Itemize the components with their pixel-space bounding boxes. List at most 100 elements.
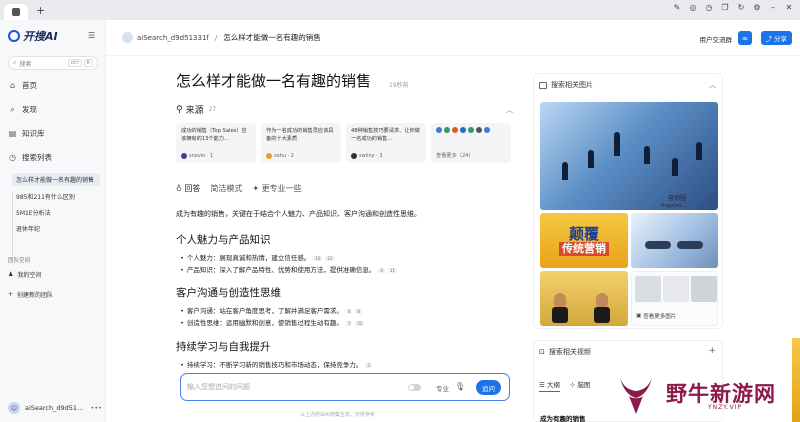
- user-icon: ♟: [8, 271, 14, 278]
- sidebar-search[interactable]: ⌕ 搜索 ctrl K: [8, 56, 98, 70]
- link-icon: ⚲: [176, 104, 183, 115]
- page-title: 怎么样才能做一名有趣的销售: [223, 33, 321, 42]
- tab-concise[interactable]: 简洁模式: [210, 183, 242, 194]
- source-card-meta: swiiny · 3: [351, 153, 383, 159]
- browser-tab[interactable]: [4, 4, 28, 20]
- follow-up-input[interactable]: 输入您想追问的问题 专业 🎙 追问: [180, 373, 510, 401]
- history-item[interactable]: 怎么样才能做一名有趣的销售: [12, 173, 100, 186]
- source-card[interactable]: 48种销售技巧要请求、让你做一名成功的销售... swiiny · 3: [346, 123, 426, 163]
- sidebar-item-home[interactable]: ⌂ 首页: [8, 80, 98, 91]
- follow-up-button[interactable]: 追问: [476, 380, 501, 395]
- site-icon: [436, 127, 442, 133]
- sidebar-item-discover[interactable]: ⌕ 发现: [8, 104, 98, 115]
- microphone-icon[interactable]: 🎙: [455, 382, 465, 391]
- pin-icon[interactable]: ✎: [672, 3, 682, 12]
- search-icon: ⌕: [10, 104, 15, 114]
- figure-shape: [588, 150, 594, 168]
- related-image[interactable]: [540, 271, 628, 326]
- sources-header: ⚲ 来源 27: [176, 103, 216, 117]
- app-logo[interactable]: 开搜AI: [8, 28, 58, 44]
- figure-shape: [696, 142, 702, 160]
- plus-icon: +: [8, 291, 14, 298]
- expand-plus-icon[interactable]: +: [708, 346, 716, 356]
- related-image[interactable]: [631, 213, 718, 268]
- question-title: 怎么样才能做一名有趣的销售: [176, 72, 372, 90]
- answer-intro: 成为有趣的销售，关键在于结合个人魅力、产品知识、客户沟通和创造性思维。: [176, 210, 421, 218]
- refresh-icon[interactable]: ↻: [736, 3, 746, 12]
- citation-badge[interactable]: 22: [355, 320, 365, 326]
- more-images-label: 查看更多图片: [643, 314, 677, 320]
- history-item[interactable]: 985和211有什么区别: [12, 190, 100, 203]
- answer-bullet: 客户沟通：站在客户角度思考，了解并满足客户需求。48: [180, 305, 362, 315]
- figure-body: [594, 307, 610, 323]
- citation-badge[interactable]: 4: [345, 308, 353, 314]
- more-images-tile[interactable]: ▣ 查看更多图片: [631, 271, 718, 326]
- avatar: ☺: [8, 402, 20, 414]
- tab-label: 回答: [184, 184, 201, 193]
- sidebar-item-search-list[interactable]: ◷ 搜索列表: [8, 152, 98, 163]
- tab-label: 更专业一些: [261, 184, 302, 193]
- sidebar-user[interactable]: ☺ aiSearch_d9d51... •••: [8, 402, 102, 414]
- site-icon: [444, 127, 450, 133]
- link-icon: ∞: [741, 33, 749, 43]
- history-item[interactable]: 5M1E分析法: [12, 206, 100, 219]
- pro-mode-toggle[interactable]: [408, 384, 421, 391]
- header-username[interactable]: aiSearch_d9d51331f: [137, 34, 209, 42]
- clock-icon[interactable]: ◷: [704, 3, 714, 12]
- more-images-link[interactable]: ▣ 查看更多图片: [636, 312, 676, 320]
- site-icon: [181, 153, 187, 159]
- citation-badge[interactable]: 4: [378, 267, 385, 273]
- chevron-up-icon[interactable]: ︿: [506, 105, 513, 115]
- compass-icon[interactable]: ◎: [688, 3, 698, 12]
- create-team-button[interactable]: + 创建新的团队: [8, 290, 53, 299]
- my-space-label: 我的空间: [17, 272, 42, 279]
- history-item[interactable]: 退休年纪: [12, 222, 100, 235]
- source-card-text: 48种销售技巧要请求、让你做一名成功的销售...: [351, 128, 420, 142]
- sidebar-item-label: 发现: [22, 105, 37, 114]
- figure-head: [554, 293, 566, 307]
- related-videos-title: 搜索相关视频: [548, 348, 591, 356]
- tab-mindmap[interactable]: ⊹ 脑图: [570, 379, 591, 392]
- related-image[interactable]: 颠覆 传统营销: [540, 213, 628, 268]
- citation-badge[interactable]: 7: [345, 320, 353, 326]
- section-heading: 个人魅力与产品知识: [176, 234, 271, 246]
- tab-outline[interactable]: ☰ 大纲: [539, 379, 560, 392]
- sidebar-collapse-icon[interactable]: ☰: [88, 31, 95, 40]
- outline-title: 成为有趣的销售: [540, 415, 586, 422]
- copy-link-button[interactable]: ∞: [738, 31, 752, 45]
- citation-badge[interactable]: 11: [387, 267, 397, 273]
- tab-label: 大纲: [546, 381, 560, 389]
- citation-badge[interactable]: 10: [313, 255, 323, 261]
- more-sources-card[interactable]: 查看更多（24）: [431, 123, 511, 163]
- chevron-up-icon[interactable]: ︿: [709, 80, 716, 90]
- source-card-meta: snovio · 1: [181, 153, 213, 159]
- outline-tabs: ☰ 大纲 ⊹ 脑图: [539, 379, 590, 392]
- follow-up-placeholder: 输入您想追问的问题: [187, 383, 250, 391]
- source-cards: 成功的销售（Top Sales）应该拥有的13个能力... snovio · 1…: [176, 123, 511, 163]
- source-site: snovio · 1: [189, 153, 214, 159]
- share-button[interactable]: ⤴ 分享: [760, 31, 792, 45]
- citation-badge[interactable]: 8: [355, 308, 362, 314]
- image-icon: ▣: [636, 313, 642, 319]
- pro-mode-label: 专业: [436, 385, 449, 393]
- more-icon[interactable]: •••: [90, 404, 102, 412]
- related-image[interactable]: 营销圈 Yingxiao...: [540, 102, 718, 210]
- source-card-text: 成功的销售（Top Sales）应该拥有的13个能力...: [181, 128, 247, 142]
- minimize-icon[interactable]: –: [768, 3, 778, 12]
- home-icon: ⌂: [9, 81, 16, 90]
- copy-icon[interactable]: ❐: [720, 3, 730, 12]
- new-tab-button[interactable]: +: [36, 4, 45, 17]
- tab-professional[interactable]: ✦ 更专业一些: [252, 183, 301, 194]
- citation-badge[interactable]: 3: [365, 362, 372, 368]
- related-videos-header: ⊡ 搜索相关视频: [539, 347, 591, 357]
- close-icon[interactable]: ✕: [784, 3, 794, 12]
- tab-answer[interactable]: ♁ 回答: [176, 183, 200, 194]
- settings-icon[interactable]: ⚙: [752, 3, 762, 12]
- my-space-item[interactable]: ♟ 我的空间: [8, 270, 41, 279]
- source-card[interactable]: 作为一名成功的销售员应该具备的十大素质 sohu · 2: [261, 123, 341, 163]
- source-card[interactable]: 成功的销售（Top Sales）应该拥有的13个能力... snovio · 1: [176, 123, 256, 163]
- user-group-link[interactable]: 用户交流群: [700, 34, 733, 44]
- sidebar-item-knowledge-base[interactable]: ▤ 知识库: [8, 128, 98, 139]
- citation-badge[interactable]: 21: [325, 255, 335, 261]
- figure-shape: [644, 146, 650, 164]
